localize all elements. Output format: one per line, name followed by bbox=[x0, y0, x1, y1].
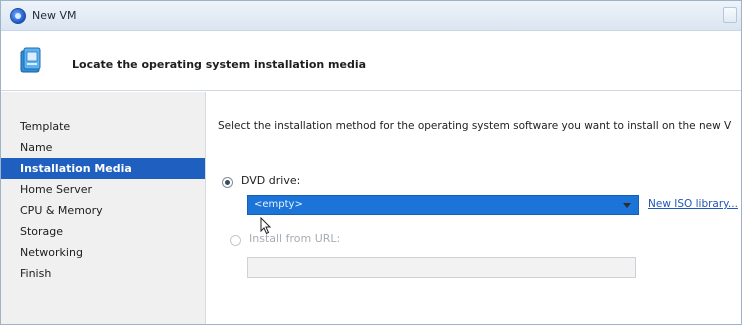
window-control-button[interactable] bbox=[723, 7, 737, 23]
new-iso-library-link[interactable]: New ISO library... bbox=[648, 198, 738, 210]
sidebar-item-cpu-memory[interactable]: CPU & Memory bbox=[1, 200, 205, 221]
install-from-url-radio bbox=[230, 235, 241, 246]
url-field bbox=[247, 257, 636, 278]
dvd-drive-dropdown[interactable]: <empty> bbox=[247, 195, 639, 215]
wizard-header: Locate the operating system installation… bbox=[1, 32, 741, 91]
instruction-text: Select the installation method for the o… bbox=[218, 120, 732, 132]
installation-media-icon bbox=[20, 47, 41, 73]
wizard-steps-sidebar: Template Name Installation Media Home Se… bbox=[1, 92, 206, 324]
dvd-drive-radio[interactable] bbox=[222, 177, 233, 188]
new-vm-window: New VM Locate the operating system insta… bbox=[0, 0, 742, 325]
page-title: Locate the operating system installation… bbox=[72, 58, 367, 71]
title-bar: New VM bbox=[1, 1, 741, 31]
mouse-cursor-icon bbox=[260, 217, 272, 235]
sidebar-item-networking[interactable]: Networking bbox=[1, 242, 205, 263]
app-icon bbox=[10, 8, 26, 24]
dvd-drive-label[interactable]: DVD drive: bbox=[241, 174, 300, 187]
sidebar-item-finish[interactable]: Finish bbox=[1, 263, 205, 284]
sidebar-item-template[interactable]: Template bbox=[1, 116, 205, 137]
sidebar-item-name[interactable]: Name bbox=[1, 137, 205, 158]
chevron-down-icon[interactable] bbox=[623, 203, 631, 208]
window-title: New VM bbox=[32, 9, 77, 22]
dvd-drive-dropdown-value: <empty> bbox=[254, 199, 303, 210]
sidebar-item-installation-media[interactable]: Installation Media bbox=[1, 158, 205, 179]
sidebar-item-storage[interactable]: Storage bbox=[1, 221, 205, 242]
main-panel: Select the installation method for the o… bbox=[207, 92, 741, 324]
sidebar-item-home-server[interactable]: Home Server bbox=[1, 179, 205, 200]
